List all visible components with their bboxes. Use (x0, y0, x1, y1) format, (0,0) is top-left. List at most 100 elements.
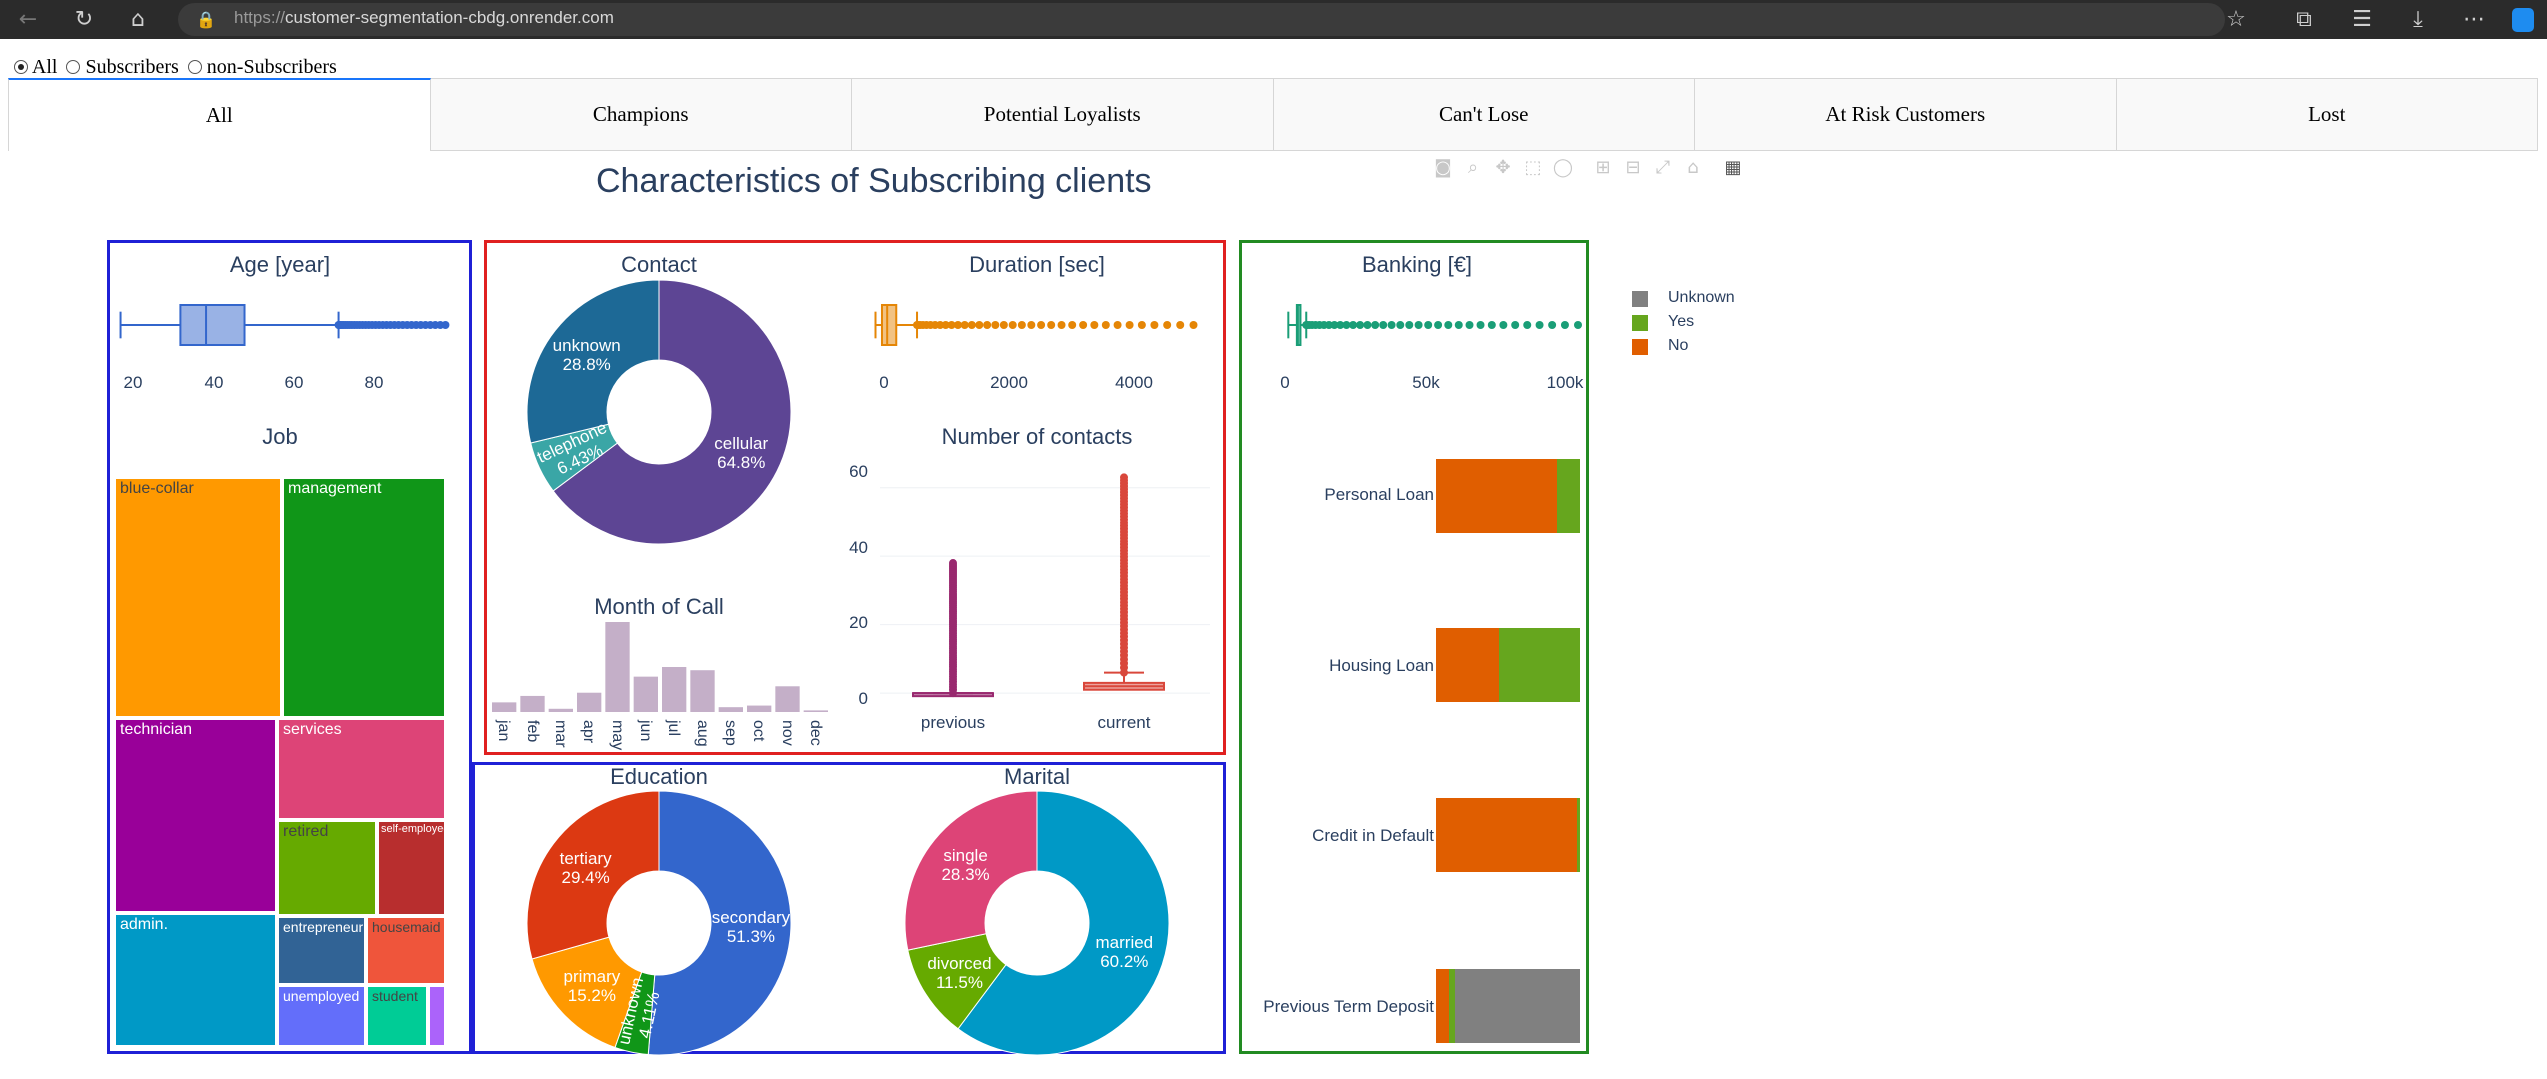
pie-label-name: secondary (711, 907, 791, 927)
month-tick: aug (693, 720, 711, 747)
box-outlier (1465, 321, 1474, 329)
pie-label-name: cellular (714, 434, 769, 454)
box-outlier (1487, 321, 1496, 329)
banking-tick: 0 (1280, 373, 1290, 392)
banking-tick: 100k (1546, 373, 1584, 392)
box-outlier (1387, 321, 1396, 329)
box-outlier (1163, 321, 1172, 329)
month-bar (747, 705, 772, 712)
duration-tick: 4000 (1115, 373, 1153, 392)
pie-label-name: unknown (552, 336, 621, 356)
legend-swatch (1632, 315, 1648, 331)
box-outlier (1037, 321, 1046, 329)
contacts-xtick: current (1097, 713, 1151, 732)
pie-slice-label: primary 15.2% (564, 967, 621, 1005)
box-outlier (1548, 321, 1557, 329)
pie-slice-label: married 60.2% (1096, 933, 1154, 971)
box-outlier (1120, 473, 1128, 482)
box-outlier (1137, 321, 1146, 329)
flag-label-previous-deposit: Previous Term Deposit (1263, 997, 1434, 1016)
charts-layer (492, 279, 1582, 1056)
pie-label-pct: 64.8% (717, 453, 766, 473)
box-body (880, 304, 898, 346)
legend-label: No (1668, 337, 1689, 354)
flag-bar-segment (1454, 969, 1580, 1043)
flag-bar-segment (1499, 628, 1580, 702)
month-bar (605, 622, 630, 712)
month-tick: sep (721, 720, 739, 746)
pie-label-name: primary (563, 966, 621, 986)
flag-label-housing-loan: Housing Loan (1329, 656, 1434, 675)
flag-bar-segment (1577, 798, 1580, 872)
month-bar (662, 667, 687, 712)
pie-label-name: single (943, 846, 988, 866)
box-outlier (1574, 321, 1582, 329)
month-bar (577, 692, 602, 712)
month-tick: apr (580, 720, 598, 744)
box-outlier (1047, 321, 1056, 329)
legend-label: Unknown (1668, 289, 1735, 306)
pie-label-pct: 51.3% (726, 926, 776, 946)
box-outlier (975, 321, 984, 329)
month-bar (492, 702, 517, 712)
box-outlier (1176, 321, 1185, 329)
box-outlier (1363, 321, 1372, 329)
month-tick: feb (523, 720, 541, 743)
pie-label-name: married (1095, 932, 1154, 952)
legend-swatch (1632, 339, 1648, 355)
box-outlier (1511, 321, 1520, 329)
contacts-ytick: 0 (858, 689, 868, 708)
pie-label-name: divorced (927, 953, 992, 973)
month-tick: jun (636, 720, 654, 742)
flag-bar-segment (1436, 459, 1557, 533)
box-outlier (1349, 321, 1358, 329)
box-outlier (949, 559, 957, 568)
box-outlier (1560, 321, 1569, 329)
month-tick: jul (665, 720, 683, 737)
box-outlier (1396, 321, 1405, 329)
flag-label-personal-loan: Personal Loan (1324, 485, 1434, 504)
box-outlier (991, 321, 1000, 329)
flag-bar-segment (1556, 459, 1580, 533)
legend-swatch (1632, 291, 1648, 307)
contacts-ytick: 40 (849, 538, 868, 557)
month-tick: jan (495, 720, 513, 742)
box-outlier (1499, 321, 1508, 329)
box-outlier (1356, 321, 1365, 329)
month-tick: may (608, 720, 626, 751)
pie-slice-label: tertiary 29.4% (560, 849, 612, 887)
box-outlier (1150, 321, 1159, 329)
box-outlier (1414, 321, 1423, 329)
box-outlier (1079, 321, 1088, 329)
box-outlier (1113, 321, 1122, 329)
month-bar (775, 686, 800, 712)
pie-slice-label: cellular 64.8% (714, 434, 768, 472)
box-outlier (1444, 321, 1453, 329)
box-outlier (1454, 321, 1463, 329)
box-outlier (1476, 321, 1485, 329)
month-bar (803, 710, 828, 712)
box-outlier (1101, 321, 1110, 329)
box-outlier (1090, 321, 1099, 329)
box-outlier (1017, 321, 1026, 329)
flag-bar-segment (1436, 969, 1449, 1043)
pie-label-pct: 28.3% (941, 865, 990, 885)
legend-label: Yes (1668, 313, 1695, 330)
box-outlier (1434, 321, 1443, 329)
month-tick: dec (806, 720, 824, 746)
pie-slice-label: single 28.3% (941, 846, 989, 884)
duration-tick: 0 (879, 373, 889, 392)
flag-bar-segment (1436, 798, 1578, 872)
box-outlier (1424, 321, 1433, 329)
pie-slice-label: unknown 28.8% (553, 336, 621, 374)
box-outlier (1057, 321, 1066, 329)
month-tick: oct (750, 720, 768, 742)
month-bar (548, 708, 573, 712)
box-outlier (1371, 321, 1380, 329)
pie-label-pct: 29.4% (561, 867, 610, 887)
box-outlier (1008, 321, 1017, 329)
duration-tick: 2000 (990, 373, 1028, 392)
pie-label-pct: 11.5% (935, 972, 983, 992)
month-bar (718, 707, 743, 712)
month-tick: nov (778, 720, 796, 746)
